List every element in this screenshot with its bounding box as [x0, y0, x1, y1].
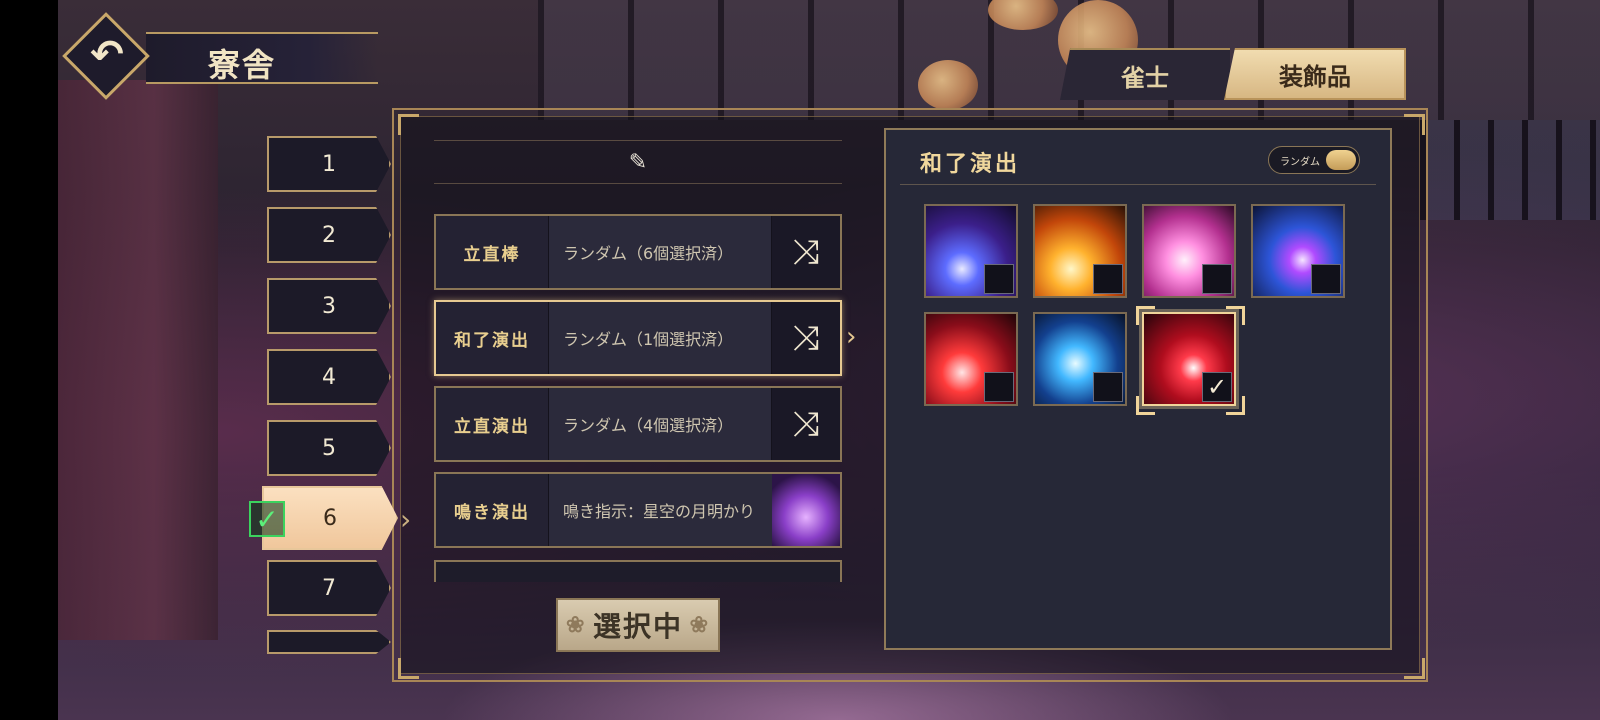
back-arrow-icon[interactable]: ↶ — [82, 30, 132, 80]
random-toggle-label: ランダム — [1280, 157, 1320, 168]
slot-button-4[interactable]: 4 — [267, 349, 391, 405]
flower-icon: ❀ — [689, 612, 710, 638]
slot-button-8[interactable] — [267, 630, 391, 654]
list-item[interactable]: 立直棒 ランダム（6個選択済） ⤨ — [434, 214, 842, 290]
panel-divider — [900, 184, 1376, 185]
selection-corner — [1136, 306, 1155, 325]
selected-button[interactable]: ❀ 選択中 ❀ — [556, 598, 720, 652]
tile-checkbox[interactable] — [984, 372, 1014, 402]
tile-checkbox[interactable] — [1093, 372, 1123, 402]
row-label: 和了演出 — [436, 302, 548, 374]
active-slot-check-icon: ✓ — [249, 501, 285, 537]
list-item[interactable]: 和了演出 ランダム（1個選択済） ⤨ — [434, 300, 842, 376]
tile-checkbox[interactable] — [1311, 264, 1341, 294]
shuffle-icon[interactable]: ⤨ — [771, 302, 840, 374]
flower-icon: ❀ — [566, 612, 587, 638]
slot-pointer-icon: › — [400, 503, 412, 536]
window-decoration — [1420, 120, 1600, 220]
lantern-decoration — [918, 60, 978, 110]
random-toggle-knob[interactable] — [1326, 150, 1356, 170]
frame-corner — [1404, 658, 1425, 679]
slot-button-1[interactable]: 1 — [267, 136, 391, 192]
effect-tile[interactable] — [1251, 204, 1345, 298]
tile-checkbox[interactable] — [1202, 264, 1232, 294]
effect-tile[interactable] — [924, 204, 1018, 298]
selection-corner — [1226, 396, 1245, 415]
slot-button-5[interactable]: 5 — [267, 420, 391, 476]
list-item-partial[interactable] — [434, 560, 842, 582]
list-item[interactable]: 鳴き演出 鳴き指示：星空の月明かり — [434, 472, 842, 548]
row-label: 立直棒 — [436, 216, 548, 288]
tile-checkbox[interactable] — [984, 264, 1014, 294]
shuffle-icon[interactable]: ⤨ — [771, 216, 840, 288]
row-value: 鳴き指示：星空の月明かり — [548, 474, 772, 546]
effect-tile[interactable] — [924, 312, 1018, 406]
row-label: 立直演出 — [436, 388, 548, 460]
edit-icon[interactable]: ✎ — [629, 150, 647, 175]
effect-tile-selected[interactable]: ✓ — [1142, 312, 1236, 406]
tile-checkbox[interactable] — [1093, 264, 1123, 294]
selected-button-label: 選択中 — [592, 610, 683, 643]
effect-tile[interactable] — [1142, 204, 1236, 298]
slot-button-3[interactable]: 3 — [267, 278, 391, 334]
curtain-decoration — [58, 80, 218, 640]
tab-decorations[interactable]: 装飾品 — [1224, 48, 1406, 100]
row-label: 鳴き演出 — [436, 474, 548, 546]
slot-button-2[interactable]: 2 — [267, 207, 391, 263]
frame-corner — [398, 114, 419, 135]
selection-corner — [1136, 396, 1155, 415]
name-edit-row[interactable]: ✎ — [434, 140, 842, 184]
effect-tile[interactable] — [1033, 312, 1127, 406]
tab-mahjong-player[interactable]: 雀士 — [1060, 48, 1230, 100]
effect-tile[interactable] — [1033, 204, 1127, 298]
frame-corner — [398, 658, 419, 679]
shuffle-icon[interactable]: ⤨ — [771, 388, 840, 460]
slot-button-7[interactable]: 7 — [267, 560, 391, 616]
frame-corner — [1404, 114, 1425, 135]
list-item[interactable]: 立直演出 ランダム（4個選択済） ⤨ — [434, 386, 842, 462]
page-title: 寮舎 — [208, 46, 277, 84]
row-value: ランダム（1個選択済） — [548, 302, 771, 374]
row-value: ランダム（6個選択済） — [548, 216, 771, 288]
selection-corner — [1226, 306, 1245, 325]
panel-title: 和了演出 — [920, 151, 1021, 177]
row-value: ランダム（4個選択済） — [548, 388, 771, 460]
call-effect-thumbnail[interactable] — [772, 474, 840, 546]
row-pointer-icon: › — [846, 322, 857, 352]
